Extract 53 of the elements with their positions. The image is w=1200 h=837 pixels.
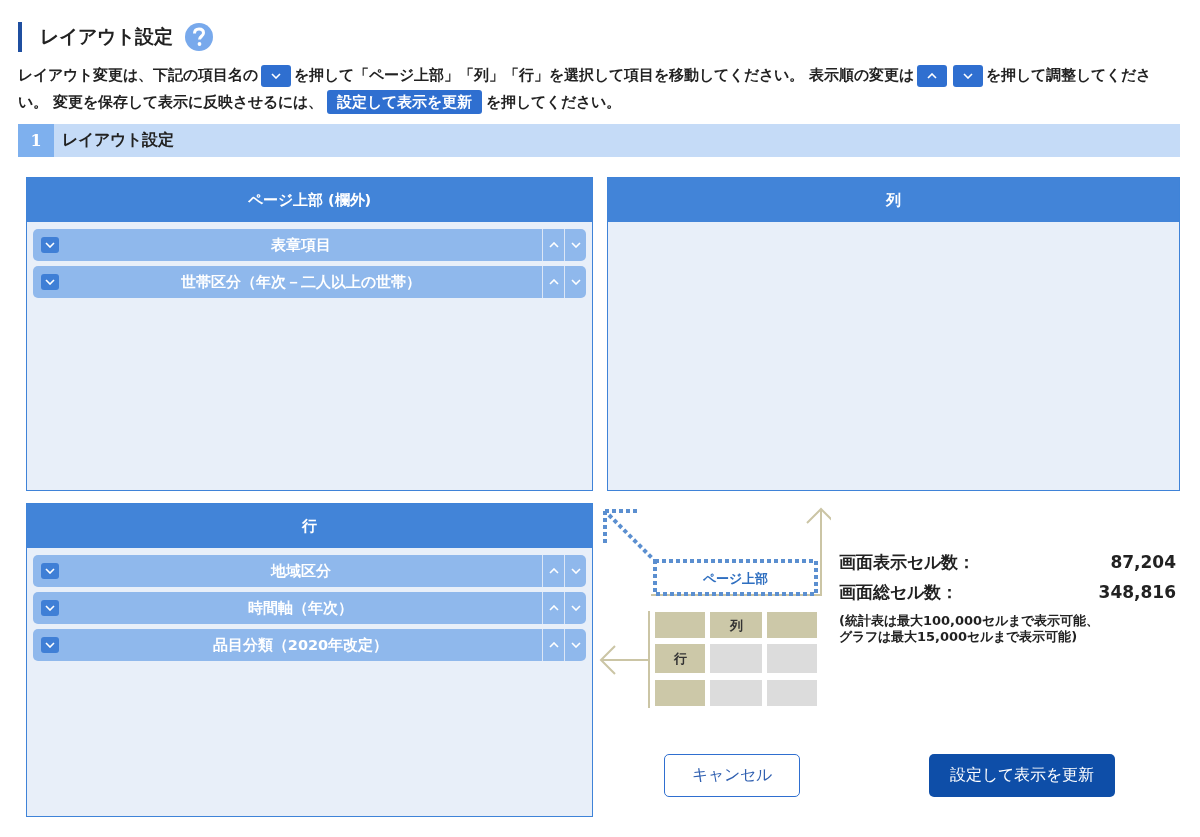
page-title: レイアウト設定 — [40, 24, 173, 49]
column-label: 列 — [729, 618, 743, 633]
limit-note: (統計表は最大100,000セルまで表示可能、 グラフは最大15,000セルまで表示可能) — [839, 613, 1101, 645]
update-button-label: 設定して表示を更新 — [327, 90, 483, 114]
caret-up-icon — [548, 568, 559, 574]
dotted-corner-drawing — [603, 509, 655, 561]
panel-header: 行 — [27, 504, 592, 548]
count-label: 画面表示セル数： — [839, 551, 975, 574]
row-label: 行 — [673, 651, 687, 666]
caret-up-icon — [548, 279, 559, 285]
layout-item[interactable]: 地域区分 — [33, 555, 586, 587]
count-value: 87,204 — [1110, 551, 1176, 574]
caret-down-icon — [570, 642, 581, 648]
caret-down-icon — [45, 279, 55, 285]
dropdown-button[interactable] — [41, 563, 59, 579]
item-label: 世帯区分（年次－二人以上の世帯） — [179, 272, 422, 292]
layout-item[interactable]: 品目分類（2020年改定） — [33, 629, 586, 661]
caret-down-icon — [45, 642, 55, 648]
section-number: 1 — [18, 124, 54, 157]
cancel-button[interactable]: キャンセル — [664, 753, 800, 797]
caret-down-icon — [45, 568, 55, 574]
panel-header: ページ上部 (欄外) — [27, 178, 592, 222]
caret-down-icon — [271, 73, 281, 79]
page-top-label: ページ上部 — [702, 571, 768, 586]
layout-item[interactable]: 表章項目 — [33, 229, 586, 261]
dropdown-button[interactable] — [41, 637, 59, 653]
layout-item[interactable]: 世帯区分（年次－二人以上の世帯） — [33, 266, 586, 298]
count-value: 348,816 — [1098, 581, 1176, 604]
caret-down-icon — [570, 242, 581, 248]
caret-down-icon — [45, 242, 55, 248]
item-label: 表章項目 — [269, 235, 332, 255]
item-label: 時間軸（年次） — [247, 598, 354, 618]
count-label: 画面総セル数： — [839, 581, 958, 604]
dropdown-button[interactable] — [41, 237, 59, 253]
caret-down-icon — [570, 605, 581, 611]
caret-down-icon — [570, 279, 581, 285]
panel-header: 列 — [608, 178, 1179, 222]
layout-item[interactable]: 時間軸（年次） — [33, 592, 586, 624]
caret-up-icon — [548, 605, 559, 611]
item-label: 品目分類（2020年改定） — [211, 635, 390, 655]
dropdown-button[interactable] — [41, 600, 59, 616]
caret-up-icon — [548, 642, 559, 648]
caret-down-icon — [963, 73, 974, 79]
item-label: 地域区分 — [269, 561, 332, 581]
instruction-text: レイアウト変更は、下記の項目名の を押して「ページ上部」「列」「行」を選択して項目を移動してください。 表示順の変更は を押して調整してください。 変更を保存して表示に反映させるには、 設定して表示を更新 を押してください。 — [18, 62, 1180, 116]
caret-up-icon — [548, 242, 559, 248]
caret-down-icon — [570, 568, 581, 574]
update-button[interactable]: 設定して表示を更新 — [929, 753, 1115, 797]
caret-up-icon — [927, 73, 938, 79]
section-title: レイアウト設定 — [61, 129, 174, 151]
help-icon[interactable] — [185, 23, 213, 51]
caret-down-icon — [45, 605, 55, 611]
dropdown-button[interactable] — [41, 274, 59, 290]
